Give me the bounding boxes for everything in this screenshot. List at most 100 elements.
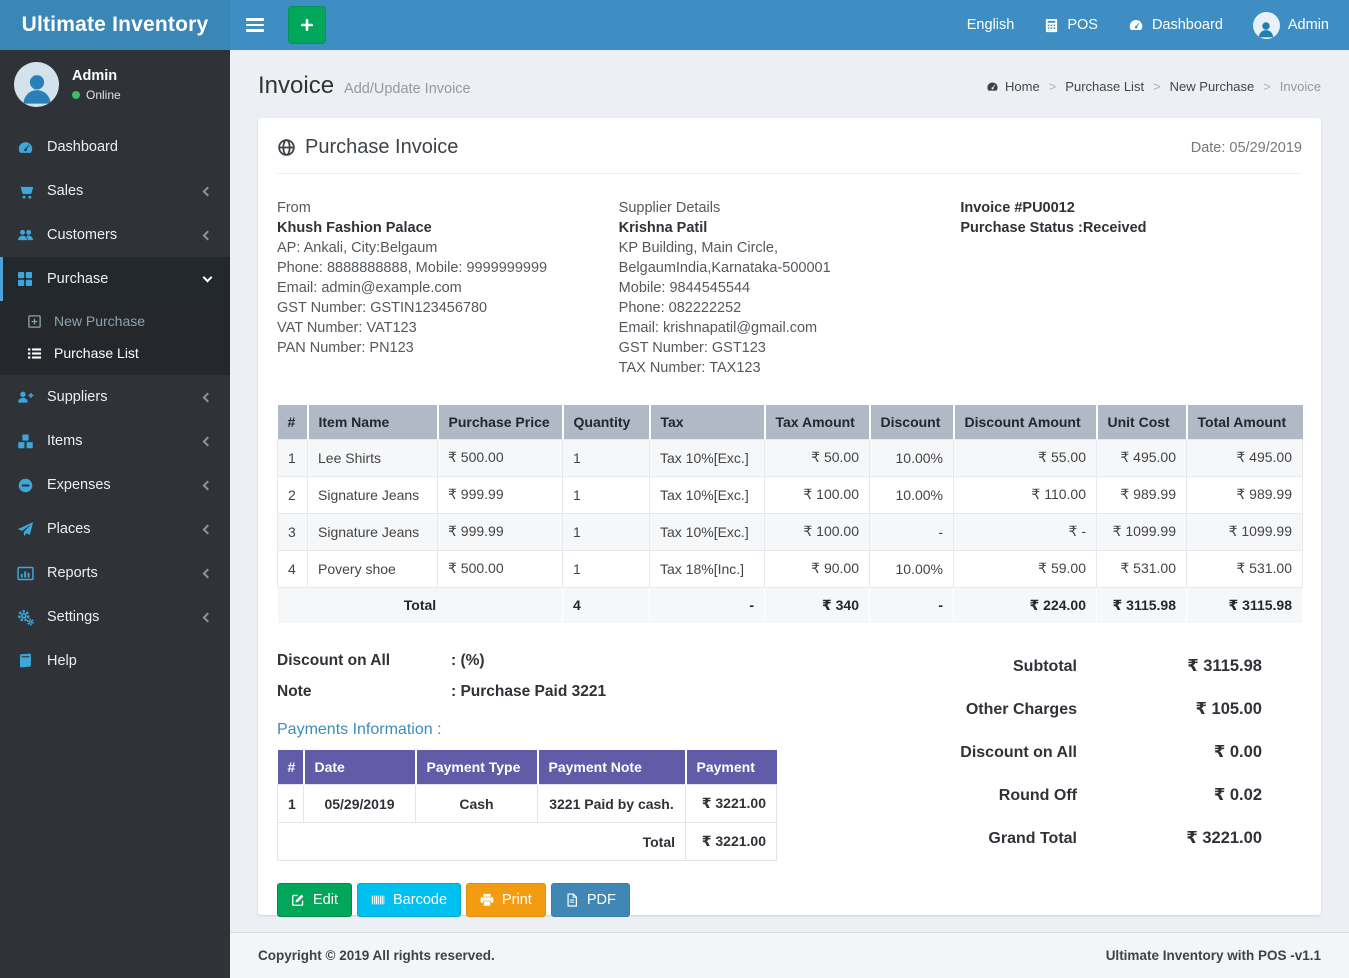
- sidebar-item-settings[interactable]: Settings: [0, 595, 230, 639]
- col-header: Unit Cost: [1095, 405, 1187, 439]
- quick-add-button[interactable]: [288, 6, 326, 44]
- cell: ₹ 495.00: [1096, 438, 1187, 477]
- col-header: Date: [302, 749, 416, 785]
- total-tax: -: [649, 586, 765, 624]
- navbar: English POS Dashboard Admin: [230, 0, 1349, 50]
- invoice-meta-block: Invoice #PU0012 Purchase Status :Receive…: [960, 198, 1302, 378]
- barcode-button[interactable]: Barcode: [357, 883, 462, 917]
- footer-copyright: Copyright © 2019 All rights reserved.: [258, 948, 495, 963]
- sidebar-item-purchase-list[interactable]: Purchase List: [0, 337, 230, 369]
- top-bar: Ultimate Inventory English POS Dashboard…: [0, 0, 1349, 50]
- chevron-left-icon: [202, 524, 213, 534]
- chevron-left-icon: [202, 230, 213, 240]
- purchase-submenu: New Purchase Purchase List: [0, 301, 230, 375]
- subtotal-label: Subtotal: [1013, 657, 1077, 675]
- sidebar: Admin Online Dashboard Sales Customers P…: [0, 50, 230, 978]
- nav-language[interactable]: English: [967, 17, 1015, 33]
- paper-plane-icon: [15, 521, 35, 538]
- print-button[interactable]: Print: [466, 883, 546, 917]
- chevron-left-icon: [202, 480, 213, 490]
- note-label: Note: [277, 682, 312, 700]
- items-table: # Item Name Purchase Price Quantity Tax …: [277, 405, 1303, 624]
- breadcrumb-new-purchase[interactable]: New Purchase: [1170, 79, 1255, 94]
- summary-discount-row: Discount on All ₹ 0.00: [902, 742, 1302, 762]
- navbar-right: English POS Dashboard Admin: [967, 11, 1329, 39]
- from-gst: GST Number: GSTIN123456780: [277, 300, 488, 316]
- total-label: Total: [277, 586, 563, 624]
- sidebar-item-help[interactable]: Help: [0, 639, 230, 683]
- total-quantity: 4: [562, 586, 650, 624]
- nav-dashboard[interactable]: Dashboard: [1128, 17, 1223, 33]
- supplier-email: Email: krishnapatil@gmail.com: [618, 320, 818, 336]
- grid-icon: [15, 271, 35, 287]
- cell: ₹ -: [953, 512, 1097, 551]
- cell: ₹ 531.00: [1186, 549, 1303, 588]
- cell: Povery shoe: [307, 549, 438, 588]
- sidebar-item-label: Suppliers: [47, 389, 108, 405]
- app-logo[interactable]: Ultimate Inventory: [0, 0, 230, 50]
- cell: Tax 10%[Exc.]: [649, 512, 765, 551]
- sidebar-item-purchase[interactable]: Purchase: [0, 257, 230, 301]
- sidebar-item-items[interactable]: Items: [0, 419, 230, 463]
- sidebar-item-label: Expenses: [47, 477, 111, 493]
- summary-discount-value: ₹ 0.00: [1213, 742, 1262, 761]
- sidebar-item-expenses[interactable]: Expenses: [0, 463, 230, 507]
- supplier-mobile: Mobile: 9844545544: [618, 280, 751, 296]
- breadcrumb-home[interactable]: Home: [986, 79, 1040, 94]
- from-block: From Khush Fashion Palace AP: Ankali, Ci…: [277, 198, 619, 378]
- cell: ₹ 110.00: [953, 475, 1097, 514]
- sidebar-toggle-icon[interactable]: [242, 0, 276, 50]
- cell: ₹ 100.00: [764, 512, 870, 551]
- cell: Tax 10%[Exc.]: [649, 475, 765, 514]
- discount-on-all-row: Discount on All : (%): [277, 652, 837, 670]
- chevron-left-icon: [202, 568, 213, 578]
- cell: Lee Shirts: [307, 438, 438, 477]
- invoice-card-title: Purchase Invoice: [277, 136, 458, 159]
- other-charges-label: Other Charges: [965, 700, 1077, 718]
- sidebar-item-customers[interactable]: Customers: [0, 213, 230, 257]
- nav-pos[interactable]: POS: [1044, 17, 1098, 33]
- sidebar-item-sales[interactable]: Sales: [0, 169, 230, 213]
- cell: 10.00%: [869, 549, 954, 588]
- chevron-down-icon: [202, 272, 213, 282]
- from-name: Khush Fashion Palace: [277, 220, 432, 236]
- online-dot-icon: [72, 90, 80, 99]
- sidebar-item-places[interactable]: Places: [0, 507, 230, 551]
- nav-user-menu[interactable]: Admin: [1252, 11, 1329, 39]
- nav-dashboard-label: Dashboard: [1151, 17, 1223, 33]
- book-icon: [15, 653, 35, 669]
- cell: 05/29/2019: [303, 784, 416, 823]
- summary-discount-label: Discount on All: [960, 743, 1077, 761]
- footer: Copyright © 2019 All rights reserved. Ul…: [230, 932, 1349, 978]
- footer-version: Ultimate Inventory with POS -v1.1: [1105, 948, 1321, 963]
- action-buttons: Edit Barcode Print PDF: [277, 883, 837, 917]
- col-header: Discount: [868, 405, 954, 439]
- dashboard-icon: [15, 139, 35, 156]
- sidebar-item-label: Help: [47, 653, 77, 669]
- cell: ₹ 500.00: [437, 549, 563, 588]
- payments-heading: Payments Information :: [277, 720, 442, 738]
- cell: ₹ 50.00: [764, 438, 870, 477]
- cell: 3: [277, 512, 308, 551]
- edit-button[interactable]: Edit: [277, 883, 352, 917]
- user-avatar: [14, 62, 59, 107]
- supplier-name: Krishna Patil: [618, 220, 708, 236]
- sidebar-item-new-purchase[interactable]: New Purchase: [0, 305, 230, 337]
- cell: ₹ 1099.99: [1186, 512, 1303, 551]
- breadcrumb-purchase-list[interactable]: Purchase List: [1065, 79, 1144, 94]
- plus-icon: [299, 17, 315, 33]
- col-header: Discount Amount: [952, 405, 1097, 439]
- cell: Tax 10%[Exc.]: [649, 438, 765, 477]
- sidebar-item-dashboard[interactable]: Dashboard: [0, 125, 230, 169]
- dashboard-icon: [1128, 17, 1144, 33]
- sidebar-item-suppliers[interactable]: Suppliers: [0, 375, 230, 419]
- cart-icon: [15, 183, 35, 200]
- purchase-status: Purchase Status :Received: [960, 220, 1147, 236]
- page-subtitle: Add/Update Invoice: [344, 81, 471, 97]
- note-value: : Purchase Paid 3221: [451, 682, 607, 700]
- breadcrumb-active: Invoice: [1279, 78, 1321, 94]
- col-header: Payment: [684, 749, 777, 785]
- cell: ₹ 90.00: [764, 549, 870, 588]
- pdf-button[interactable]: PDF: [550, 883, 630, 917]
- sidebar-item-reports[interactable]: Reports: [0, 551, 230, 595]
